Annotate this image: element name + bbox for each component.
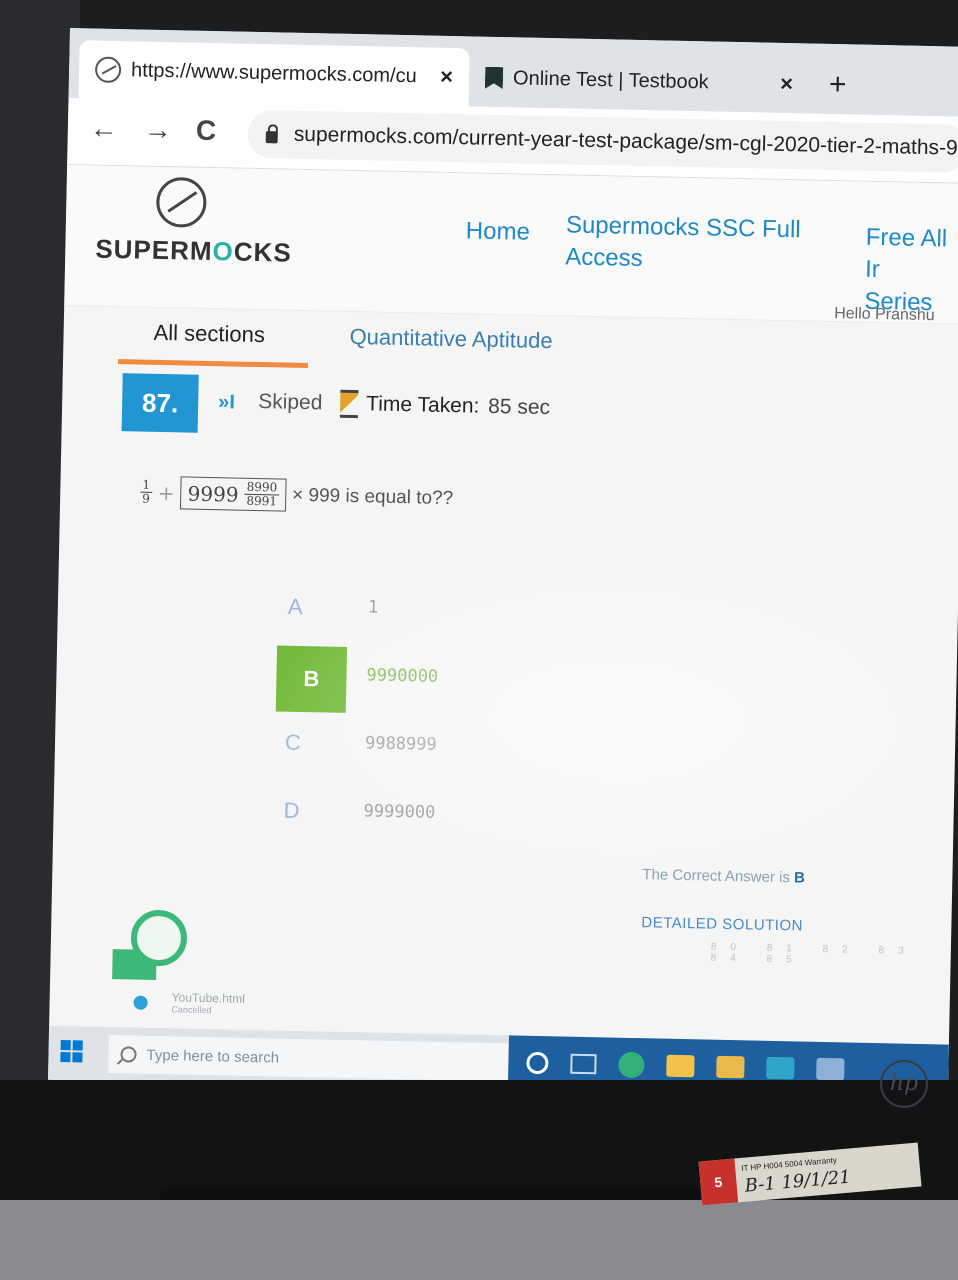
supermocks-logo-icon[interactable] bbox=[155, 176, 207, 228]
option-letter: D bbox=[283, 797, 300, 823]
download-filename: YouTube.html bbox=[171, 990, 246, 1006]
task-view-icon[interactable] bbox=[570, 1053, 597, 1075]
laptop-screen: https://www.supermocks.com/cu × Online T… bbox=[47, 28, 958, 1099]
plus-sign: + bbox=[157, 480, 175, 505]
question-meta: 87. »I Skiped Time Taken: 85 sec bbox=[121, 373, 942, 460]
question-pager[interactable]: 80 81 82 83 84 85 bbox=[711, 942, 951, 969]
reload-button[interactable]: C bbox=[196, 115, 217, 147]
option-value: 1 bbox=[367, 597, 379, 618]
lock-icon bbox=[265, 131, 278, 144]
time-taken-value: 85 sec bbox=[487, 394, 551, 420]
tab-title: Online Test | Testbook bbox=[512, 66, 709, 93]
cortana-icon[interactable] bbox=[526, 1051, 549, 1075]
tab-quantitative-aptitude[interactable]: Quantitative Aptitude bbox=[349, 324, 553, 354]
nav-label: Free All Ir bbox=[864, 223, 948, 284]
skip-icon: »I bbox=[217, 391, 236, 414]
mixed-integer-part: 9999 bbox=[187, 481, 239, 507]
option-b[interactable]: B 9990000 bbox=[275, 645, 777, 723]
tab-title: https://www.supermocks.com/cu bbox=[130, 58, 417, 87]
new-tab-button[interactable]: + bbox=[829, 68, 847, 102]
close-tab-icon[interactable]: × bbox=[780, 71, 793, 97]
tab-all-sections[interactable]: All sections bbox=[153, 320, 265, 348]
download-status: Cancelled bbox=[171, 1004, 212, 1016]
close-tab-icon[interactable]: × bbox=[440, 64, 453, 90]
brand-text-end: CKS bbox=[233, 236, 293, 268]
brand-logo[interactable]: SUPERMOCKS bbox=[95, 234, 292, 269]
fraction-denominator: 9 bbox=[142, 491, 150, 506]
laptop-base bbox=[0, 1200, 958, 1280]
nav-label-line2: Access bbox=[565, 243, 643, 273]
taskbar-search[interactable]: Type here to search bbox=[108, 1035, 509, 1082]
nav-label: Supermocks SSC Full bbox=[565, 211, 801, 244]
brand-text-accent: O bbox=[212, 236, 235, 267]
testbook-icon bbox=[485, 67, 503, 89]
file-explorer-icon[interactable] bbox=[666, 1054, 695, 1078]
question-text: 1 9 + 9999 8990 8991 × 999 is equal to?? bbox=[140, 476, 454, 516]
option-value: 9999000 bbox=[363, 801, 436, 823]
hourglass-icon bbox=[339, 389, 359, 419]
option-value: 9988999 bbox=[364, 733, 437, 755]
option-letter: C bbox=[284, 729, 302, 755]
option-value: 9990000 bbox=[366, 665, 439, 687]
address-bar[interactable]: supermocks.com/current-year-test-package… bbox=[247, 109, 958, 173]
option-letter: A bbox=[287, 593, 303, 619]
nav-supermocks-ssc-full-access[interactable]: Supermocks SSC Full Access bbox=[565, 209, 801, 278]
correct-answer-label: The Correct Answer is bbox=[642, 866, 791, 887]
supermocks-logo-icon bbox=[94, 56, 122, 84]
windows-start-icon[interactable] bbox=[60, 1040, 83, 1063]
mail-icon[interactable] bbox=[766, 1056, 795, 1080]
hp-logo: hp bbox=[880, 1060, 928, 1108]
edge-browser-icon[interactable] bbox=[618, 1051, 645, 1079]
fraction-denominator: 8991 bbox=[246, 493, 278, 509]
fraction-one-ninth: 1 9 bbox=[140, 478, 153, 506]
option-a[interactable]: A 1 bbox=[277, 577, 778, 655]
site-header: SUPERMOCKS Home Supermocks SSC Full Acce… bbox=[64, 164, 958, 325]
active-tab-underline bbox=[117, 359, 309, 369]
mixed-number-bracket: 9999 8990 8991 bbox=[180, 476, 287, 512]
time-taken-label: Time Taken: bbox=[365, 392, 480, 418]
url-text: supermocks.com/current-year-test-package… bbox=[293, 122, 958, 160]
correct-answer-note: The Correct Answer is B bbox=[642, 866, 805, 886]
mixed-fraction: 8990 8991 bbox=[244, 480, 280, 509]
store-icon[interactable] bbox=[716, 1055, 745, 1079]
brand-text-start: SUPERM bbox=[95, 233, 213, 267]
search-placeholder: Type here to search bbox=[146, 1046, 280, 1067]
option-d[interactable]: D 9999000 bbox=[273, 781, 774, 859]
user-greeting[interactable]: Hello Pranshu bbox=[834, 305, 935, 325]
question-status: Skiped bbox=[257, 390, 323, 415]
back-button[interactable]: ← bbox=[90, 112, 119, 145]
option-letter-correct: B bbox=[275, 645, 348, 713]
search-icon bbox=[120, 1046, 137, 1063]
nav-label: Home bbox=[465, 217, 531, 246]
edge-icon bbox=[133, 995, 148, 1010]
chat-icon[interactable] bbox=[130, 909, 188, 967]
detailed-solution-link[interactable]: DETAILED SOLUTION bbox=[641, 914, 803, 934]
nav-home[interactable]: Home bbox=[465, 215, 531, 248]
photos-icon[interactable] bbox=[816, 1057, 845, 1081]
correct-answer-value: B bbox=[793, 869, 806, 887]
sticker-brand: 5 bbox=[698, 1158, 739, 1206]
forward-button[interactable]: → bbox=[144, 114, 173, 147]
browser-tab-supermocks[interactable]: https://www.supermocks.com/cu × bbox=[78, 40, 470, 107]
browser-tab-testbook[interactable]: Online Test | Testbook × bbox=[468, 48, 809, 113]
download-item[interactable]: YouTube.html Cancelled bbox=[171, 990, 245, 1016]
answer-options: A 1 B 9990000 C 9988999 D 9999000 bbox=[273, 577, 779, 859]
question-tail: × 999 is equal to?? bbox=[291, 484, 454, 509]
question-number-badge: 87. bbox=[121, 373, 199, 433]
option-c[interactable]: C 9988999 bbox=[274, 713, 775, 791]
